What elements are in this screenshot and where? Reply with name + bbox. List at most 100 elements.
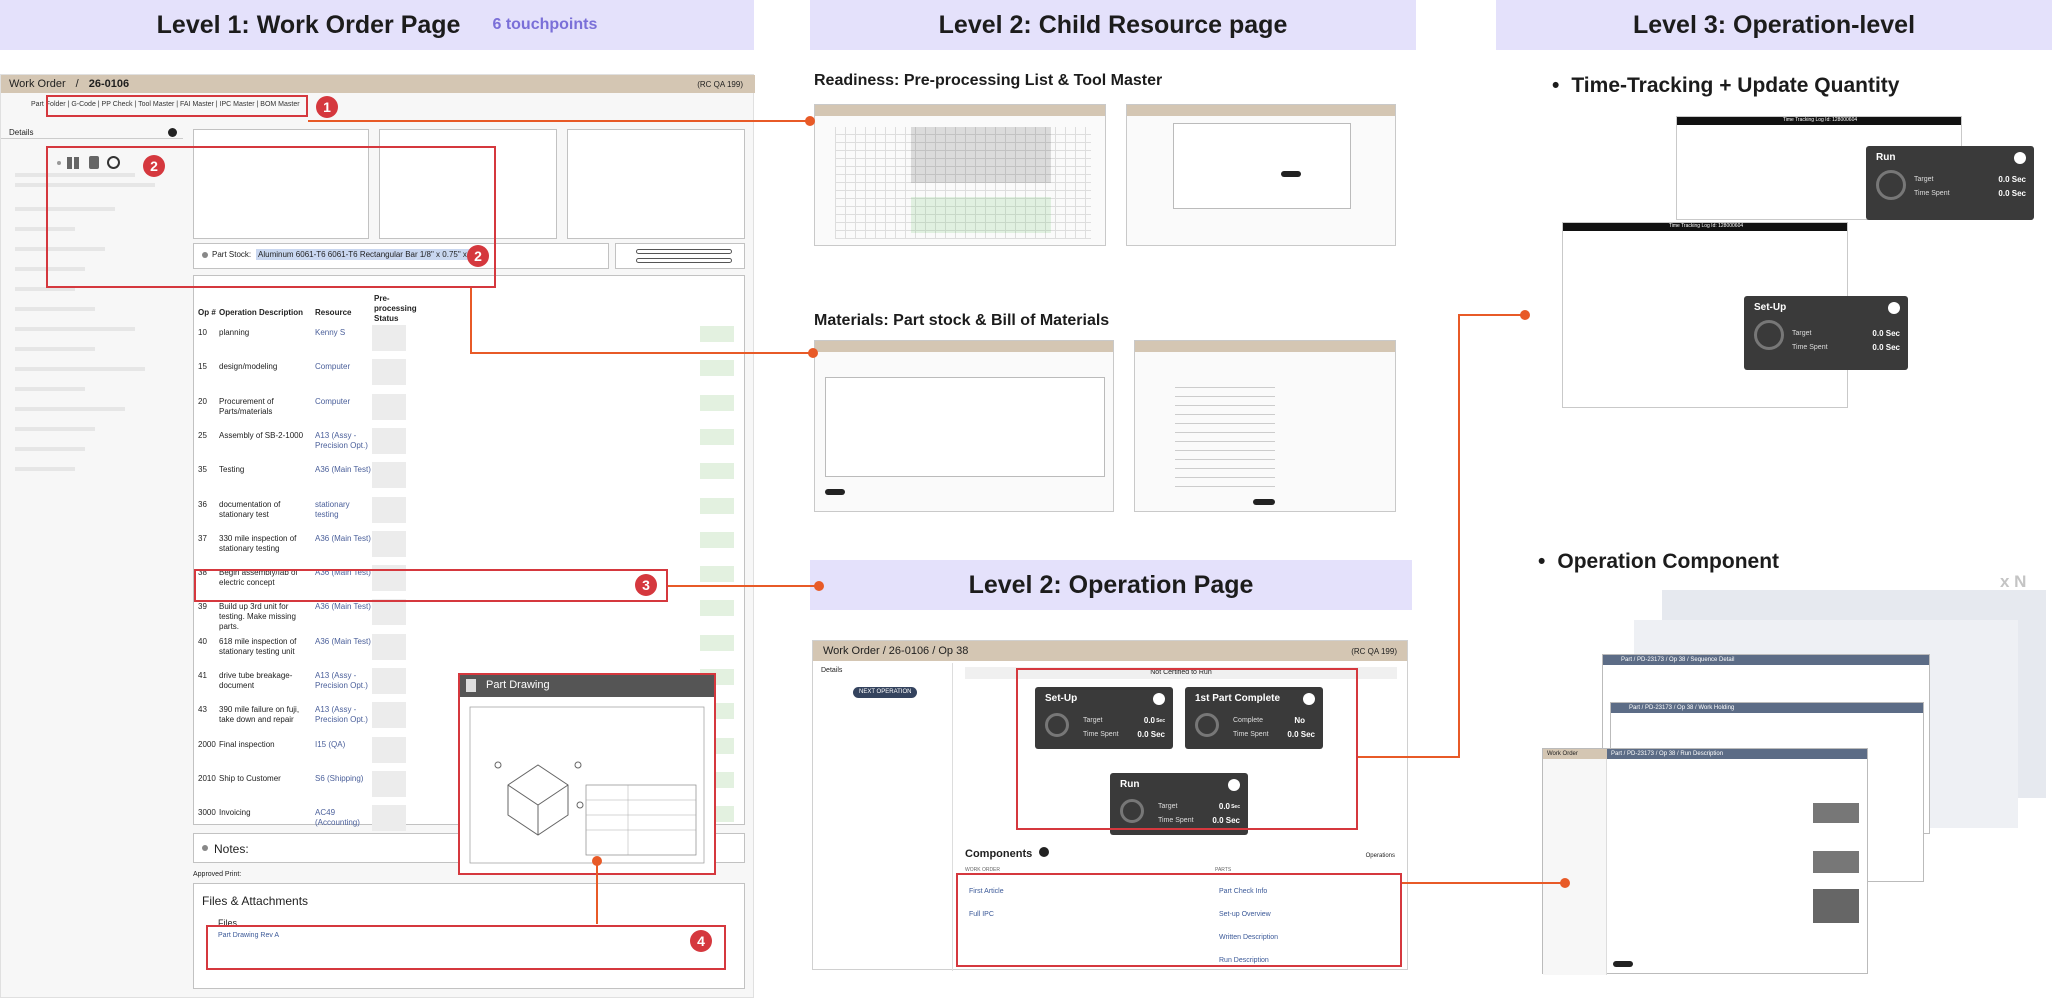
work-order-header: Work Order / 26-0106 (RC QA 199) (1, 75, 755, 93)
work-holding-breadcrumb[interactable]: Part / PD-23173 / Op 38 / Work Holding (1611, 703, 1923, 713)
operation-rc-tag: (RC QA 199) (1351, 646, 1397, 656)
badge-1: 1 (316, 96, 338, 118)
next-operation-button[interactable]: NEXT OPERATION (853, 687, 918, 698)
run-time-spent-value: 0.0 Sec (1998, 189, 2026, 198)
connector-3 (668, 585, 818, 587)
part-drawing-header: Part Drawing (460, 675, 714, 697)
connector-6 (1402, 882, 1564, 884)
op-number: 10 (198, 328, 207, 337)
setup-target-value: 0.0 Sec (1872, 329, 1900, 338)
table-row[interactable]: 15 design/modeling Computer (194, 359, 746, 396)
connector-2-vertical (470, 288, 472, 354)
op-description: Ship to Customer (219, 773, 281, 783)
materials-heading: Materials: Part stock & Bill of Material… (814, 312, 1110, 329)
preprocessing-cell (372, 633, 406, 660)
files-attachments-title: Files & Attachments (202, 894, 309, 908)
op-resource[interactable]: I15 (QA) (315, 740, 375, 750)
connector-4 (596, 862, 598, 924)
play-icon[interactable] (2014, 152, 2026, 164)
preprocessing-cell (372, 427, 406, 454)
badge-4: 4 (690, 930, 712, 952)
preprocessing-list-thumb[interactable] (814, 104, 1106, 246)
op-description: design/modeling (219, 362, 278, 372)
collapse-icon[interactable] (168, 128, 177, 137)
operations-dropdown[interactable]: Operations (1366, 853, 1395, 859)
table-row[interactable]: 37 330 mile inspection of stationary test… (194, 530, 746, 568)
op-number: 43 (198, 705, 207, 715)
preprocessing-cell (372, 462, 406, 489)
run-timer-card[interactable]: Run Target 0.0 Sec Time Spent 0.0 Sec (1866, 146, 2034, 220)
operation-component-heading: Operation Component (1538, 550, 1779, 574)
preprocessing-cell (372, 496, 406, 523)
breadcrumb-separator: / (75, 78, 79, 90)
table-row[interactable]: 39 Build up 3rd unit for testing. Make mi… (194, 599, 746, 636)
operation-breadcrumb[interactable]: Work Order / 26-0106 / Op 38 (823, 645, 968, 657)
col-op: Op # (198, 308, 216, 317)
bom-master-thumb[interactable] (814, 340, 1114, 512)
op-resource[interactable]: S6 (Shipping) (315, 774, 375, 784)
preprocessing-cell (372, 359, 406, 386)
op-resource[interactable]: A13 (Assy - Precision Opt.) (315, 671, 375, 691)
op-resource[interactable]: AC49 (Accounting) (315, 808, 375, 828)
connector-5-end (1520, 310, 1530, 320)
table-row[interactable]: 20 Procurement of Parts/materials Computer (194, 393, 746, 431)
connector-5-horizontal (1358, 756, 1460, 758)
level1-title: Level 1: Work Order Page (156, 10, 461, 39)
table-row[interactable]: 25 Assembly of SB-2-1000 A13 (Assy - Preci… (194, 427, 746, 465)
approved-print: Approved Print: (193, 871, 242, 878)
status-chip (700, 634, 734, 651)
op-resource[interactable]: A13 (Assy - Precision Opt.) (315, 431, 375, 451)
status-chip (700, 326, 734, 342)
tool-master-thumb[interactable] (1126, 104, 1396, 246)
op-resource[interactable]: Computer (315, 397, 375, 407)
op-resource[interactable]: A13 (Assy - Precision Opt.) (315, 705, 375, 725)
op-resource[interactable]: Kenny S (315, 328, 375, 338)
op-resource[interactable]: A36 (Main Test) (315, 637, 375, 647)
op-number: 20 (198, 396, 207, 406)
preprocessing-cell (372, 770, 406, 797)
order-id: 26-0106 (88, 78, 130, 90)
badge-2a: 2 (143, 155, 165, 177)
connector-5-top (1458, 314, 1524, 316)
level3-band: Level 3: Operation-level (1496, 0, 2052, 50)
play-icon[interactable] (1888, 302, 1900, 314)
op-description: Final inspection (219, 739, 275, 749)
run-target-value: 0.0 Sec (1998, 175, 2026, 184)
setup-timer-card[interactable]: Set-Up Target 0.0 Sec Time Spent 0.0 Sec (1744, 296, 1908, 370)
connector-2-end (808, 348, 818, 358)
breadcrumb-root[interactable]: Work Order (9, 78, 66, 90)
connector-2 (470, 352, 810, 354)
level2-operation-title: Level 2: Operation Page (968, 570, 1254, 599)
preprocessing-cell (372, 530, 406, 557)
setup-title: Set-Up (1754, 302, 1787, 313)
table-row[interactable]: 35 Testing A36 (Main Test) (194, 462, 746, 499)
op-resource[interactable]: Computer (315, 362, 375, 372)
op-resource[interactable]: A36 (Main Test) (315, 465, 375, 475)
op-number: 25 (198, 430, 207, 440)
op-number: 37 (198, 533, 207, 543)
details-tab[interactable]: Details (1, 127, 183, 139)
status-chip (700, 531, 734, 548)
sequence-detail-breadcrumb[interactable]: Part / PD-23173 / Op 38 / Sequence Detai… (1603, 655, 1929, 665)
connector-3-end (814, 581, 824, 591)
op-description: Testing (219, 465, 245, 475)
op-resource[interactable]: A36 (Main Test) (315, 534, 375, 544)
run-description-card[interactable]: Part / PD-23173 / Op 38 / Run Descriptio… (1542, 748, 1868, 975)
part-stock-thumb[interactable] (1134, 340, 1396, 512)
op-resource[interactable]: A36 (Main Test) (315, 602, 375, 612)
col-resource: Resource (315, 308, 352, 317)
run-title: Run (1876, 152, 1896, 163)
part-stock-side (615, 243, 745, 269)
operation-sidebar: Details NEXT OPERATION (813, 663, 953, 971)
op-number: 3000 (198, 808, 216, 818)
op-resource[interactable]: stationary testing (315, 500, 375, 520)
table-row[interactable]: 36 documentation of stationary test statio… (194, 496, 746, 534)
info-card-3 (567, 129, 745, 239)
op-description: 390 mile failure on fuji, take down and … (219, 705, 300, 725)
pdf-icon (466, 679, 476, 692)
table-row[interactable]: 40 618 mile inspection of stationary test… (194, 633, 746, 671)
op-description: Procurement of Parts/materials (219, 396, 274, 416)
preprocessing-cell (372, 702, 406, 729)
op-description: Build up 3rd unit for testing. Make miss… (219, 602, 296, 632)
gear-icon[interactable] (1039, 847, 1050, 857)
